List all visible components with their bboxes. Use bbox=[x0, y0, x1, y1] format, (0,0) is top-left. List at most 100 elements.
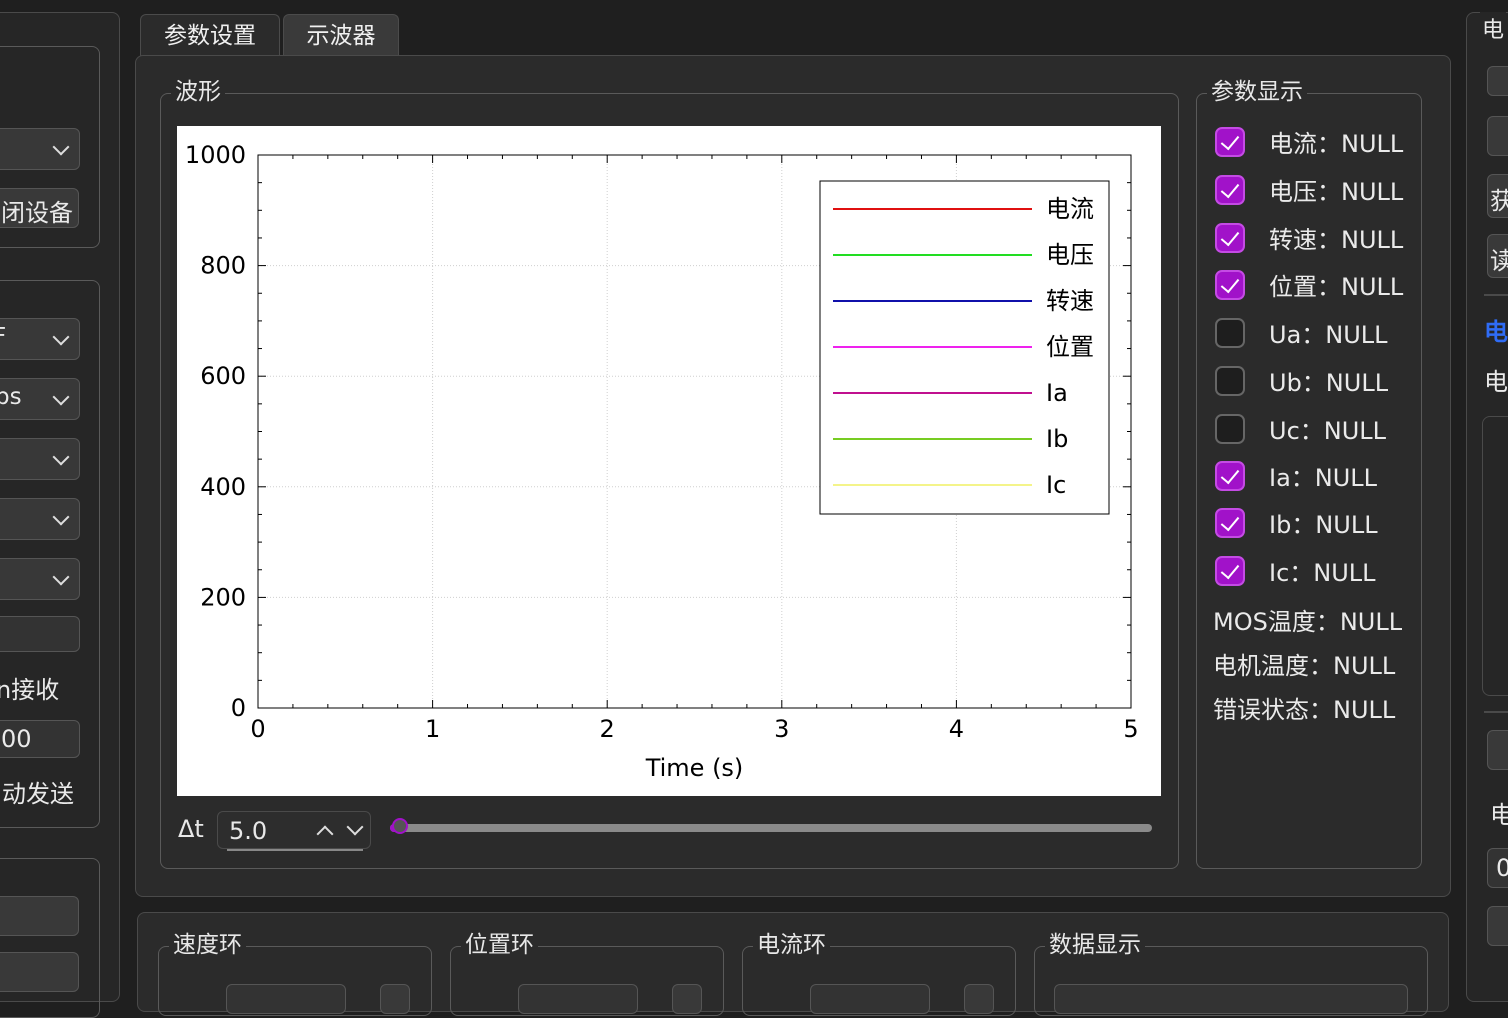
left-combo-5[interactable] bbox=[0, 558, 80, 600]
param-label: 位置：NULL bbox=[1269, 273, 1404, 301]
waveform-chart: 0 1 2 3 4 5 0 200 400 600 800 1000 Time (s) 电流电压转速位置 I… bbox=[185, 141, 1139, 782]
left-group-bottom bbox=[0, 858, 100, 1018]
current-loop-input[interactable] bbox=[810, 984, 930, 1014]
checkbox-checked-icon[interactable] bbox=[1215, 270, 1245, 300]
receive-label: n接收 bbox=[0, 676, 60, 704]
checkbox-checked-icon[interactable] bbox=[1215, 223, 1245, 253]
time-slider[interactable] bbox=[390, 818, 1152, 834]
right-divider-2 bbox=[1484, 711, 1508, 713]
left-combo-2[interactable]: ps bbox=[0, 378, 80, 420]
param-display-title: 参数显示 bbox=[1207, 77, 1307, 107]
right-group-box bbox=[1482, 416, 1508, 696]
position-loop-button[interactable] bbox=[672, 984, 702, 1014]
chevron-down-icon bbox=[52, 568, 70, 586]
param-label: 电压：NULL bbox=[1269, 178, 1404, 206]
speed-loop-input[interactable] bbox=[226, 984, 346, 1014]
param-label: Ub：NULL bbox=[1269, 369, 1389, 397]
param-label: Uc：NULL bbox=[1269, 417, 1387, 445]
tab-oscilloscope[interactable]: 示波器 bbox=[283, 14, 399, 56]
param-label: Ua：NULL bbox=[1269, 321, 1388, 349]
y-tick-label: 400 bbox=[200, 473, 246, 501]
x-tick-label: 1 bbox=[425, 715, 440, 743]
position-loop-title: 位置环 bbox=[461, 930, 538, 960]
x-tick-label: 4 bbox=[949, 715, 964, 743]
close-device-button[interactable]: 闭设备 bbox=[0, 188, 79, 228]
send-interval-value: 00 bbox=[1, 725, 32, 753]
left-combo-4[interactable] bbox=[0, 498, 80, 540]
left-bottom-button-1[interactable] bbox=[0, 896, 79, 936]
x-tick-label: 5 bbox=[1123, 715, 1138, 743]
legend-label: 电流 bbox=[1046, 195, 1094, 223]
param-label: 转速：NULL bbox=[1269, 226, 1404, 254]
right-button-2[interactable] bbox=[1487, 730, 1508, 770]
y-tick-label: 800 bbox=[200, 252, 246, 280]
combo-2-value: ps bbox=[0, 384, 22, 410]
chevron-down-icon bbox=[52, 508, 70, 526]
current-loop-title: 电流环 bbox=[753, 930, 830, 960]
right-label-2: 电 bbox=[1484, 368, 1508, 396]
data-display-field bbox=[1054, 984, 1408, 1014]
y-tick-label: 1000 bbox=[185, 141, 246, 169]
combo-1-value: F bbox=[0, 324, 6, 350]
legend-label: Ic bbox=[1046, 471, 1066, 499]
y-tick-label: 600 bbox=[200, 362, 246, 390]
checkbox-unchecked-icon[interactable] bbox=[1215, 414, 1245, 444]
motor-temp-label: 电机温度：NULL bbox=[1213, 652, 1396, 680]
position-loop-input[interactable] bbox=[518, 984, 638, 1014]
send-interval-input[interactable]: 00 bbox=[0, 720, 80, 758]
slider-handle[interactable] bbox=[392, 818, 408, 834]
checkbox-checked-icon[interactable] bbox=[1215, 127, 1245, 157]
chevron-down-icon bbox=[52, 328, 70, 346]
right-get-label: 获 bbox=[1490, 187, 1508, 215]
left-port-combo[interactable] bbox=[0, 128, 80, 170]
param-label: Ic：NULL bbox=[1269, 559, 1376, 587]
right-label-3: 电 bbox=[1490, 801, 1508, 829]
tab-parameter-settings[interactable]: 参数设置 bbox=[140, 14, 280, 56]
delta-t-spinbox[interactable]: 5.0 bbox=[217, 811, 371, 851]
checkbox-checked-icon[interactable] bbox=[1215, 508, 1245, 538]
checkbox-checked-icon[interactable] bbox=[1215, 556, 1245, 586]
chevron-up-icon[interactable] bbox=[316, 825, 334, 843]
param-label: 电流：NULL bbox=[1269, 130, 1404, 158]
left-combo-1[interactable]: F bbox=[0, 318, 80, 360]
speed-loop-button[interactable] bbox=[380, 984, 410, 1014]
legend-label: 电压 bbox=[1046, 241, 1094, 269]
right-blue-label: 电 bbox=[1484, 318, 1508, 346]
legend-label: Ia bbox=[1046, 379, 1068, 407]
right-read-button[interactable]: 读 bbox=[1487, 234, 1508, 278]
legend-label: 转速 bbox=[1046, 287, 1094, 315]
data-display-title: 数据显示 bbox=[1045, 930, 1145, 960]
left-combo-3[interactable] bbox=[0, 438, 80, 480]
right-button-3[interactable] bbox=[1487, 906, 1508, 946]
delta-t-label: Δt bbox=[178, 815, 204, 843]
checkbox-unchecked-icon[interactable] bbox=[1215, 366, 1245, 396]
right-get-button[interactable]: 获 bbox=[1487, 174, 1508, 218]
legend-label: Ib bbox=[1046, 425, 1068, 453]
checkbox-checked-icon[interactable] bbox=[1215, 175, 1245, 205]
chevron-down-icon[interactable] bbox=[346, 818, 364, 836]
x-tick-label: 0 bbox=[250, 715, 265, 743]
spinbox-underline bbox=[227, 849, 363, 851]
waveform-title: 波形 bbox=[171, 77, 225, 107]
right-read-label: 读 bbox=[1490, 247, 1508, 275]
x-tick-label: 3 bbox=[774, 715, 789, 743]
legend-label: 位置 bbox=[1046, 333, 1094, 361]
left-bottom-button-2[interactable] bbox=[0, 952, 79, 992]
checkbox-checked-icon[interactable] bbox=[1215, 461, 1245, 491]
x-tick-label: 2 bbox=[600, 715, 615, 743]
param-label: Ia：NULL bbox=[1269, 464, 1378, 492]
checkbox-unchecked-icon[interactable] bbox=[1215, 318, 1245, 348]
current-loop-button[interactable] bbox=[964, 984, 994, 1014]
right-value-input[interactable]: 0 bbox=[1487, 848, 1508, 888]
y-tick-label: 200 bbox=[200, 583, 246, 611]
chart-area: 0 1 2 3 4 5 0 200 400 600 800 1000 Time (s) 电流 电压 转速 位置 I… bbox=[177, 126, 1161, 796]
right-divider bbox=[1484, 294, 1508, 296]
chevron-down-icon bbox=[52, 388, 70, 406]
speed-loop-title: 速度环 bbox=[169, 930, 246, 960]
param-label: Ib：NULL bbox=[1269, 511, 1378, 539]
mos-temp-label: MOS温度：NULL bbox=[1213, 608, 1403, 636]
chevron-down-icon bbox=[52, 448, 70, 466]
right-button-1[interactable] bbox=[1487, 116, 1508, 156]
left-input-field[interactable] bbox=[0, 616, 80, 652]
right-combo[interactable] bbox=[1487, 66, 1508, 96]
